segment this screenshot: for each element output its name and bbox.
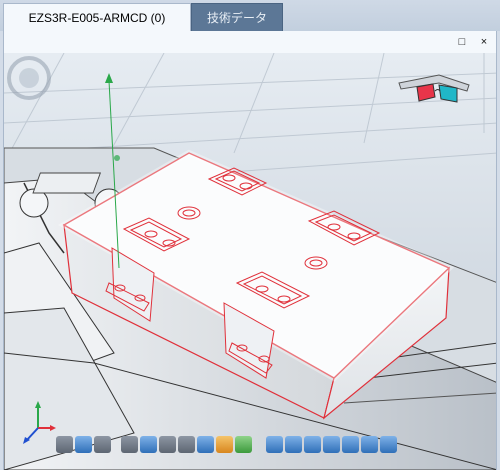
tab-model[interactable]: EZS3R-E005-ARMCD (0) bbox=[3, 3, 191, 31]
cube-view-front-icon[interactable] bbox=[266, 436, 283, 453]
cube-view-right-icon[interactable] bbox=[304, 436, 321, 453]
close-button[interactable]: × bbox=[476, 34, 492, 50]
cube-view-iso1-icon[interactable] bbox=[323, 436, 340, 453]
pan-icon[interactable] bbox=[159, 436, 176, 453]
box-view-icon[interactable] bbox=[75, 436, 92, 453]
settings-icon[interactable] bbox=[216, 436, 233, 453]
cube-view-iso4-icon[interactable] bbox=[380, 436, 397, 453]
zoom-fit-icon[interactable] bbox=[140, 436, 157, 453]
3d-scene bbox=[4, 53, 496, 470]
rotate-icon[interactable] bbox=[178, 436, 195, 453]
tab-technical-data[interactable]: 技術データ bbox=[191, 3, 283, 31]
cube-view-iso3-icon[interactable] bbox=[361, 436, 378, 453]
viewer-title-bar: □ × bbox=[3, 31, 497, 53]
cube-view-top-icon[interactable] bbox=[285, 436, 302, 453]
measure-icon[interactable] bbox=[197, 436, 214, 453]
tab-bar: EZS3R-E005-ARMCD (0) 技術データ bbox=[0, 0, 500, 31]
view-toolbar bbox=[56, 436, 397, 458]
zoom-icon[interactable] bbox=[121, 436, 138, 453]
maximize-button[interactable]: □ bbox=[454, 34, 470, 50]
cylinder-icon[interactable] bbox=[94, 436, 111, 453]
render-icon[interactable] bbox=[235, 436, 252, 453]
3d-viewport[interactable] bbox=[3, 53, 497, 470]
cube-view-iso2-icon[interactable] bbox=[342, 436, 359, 453]
section-icon[interactable] bbox=[56, 436, 73, 453]
